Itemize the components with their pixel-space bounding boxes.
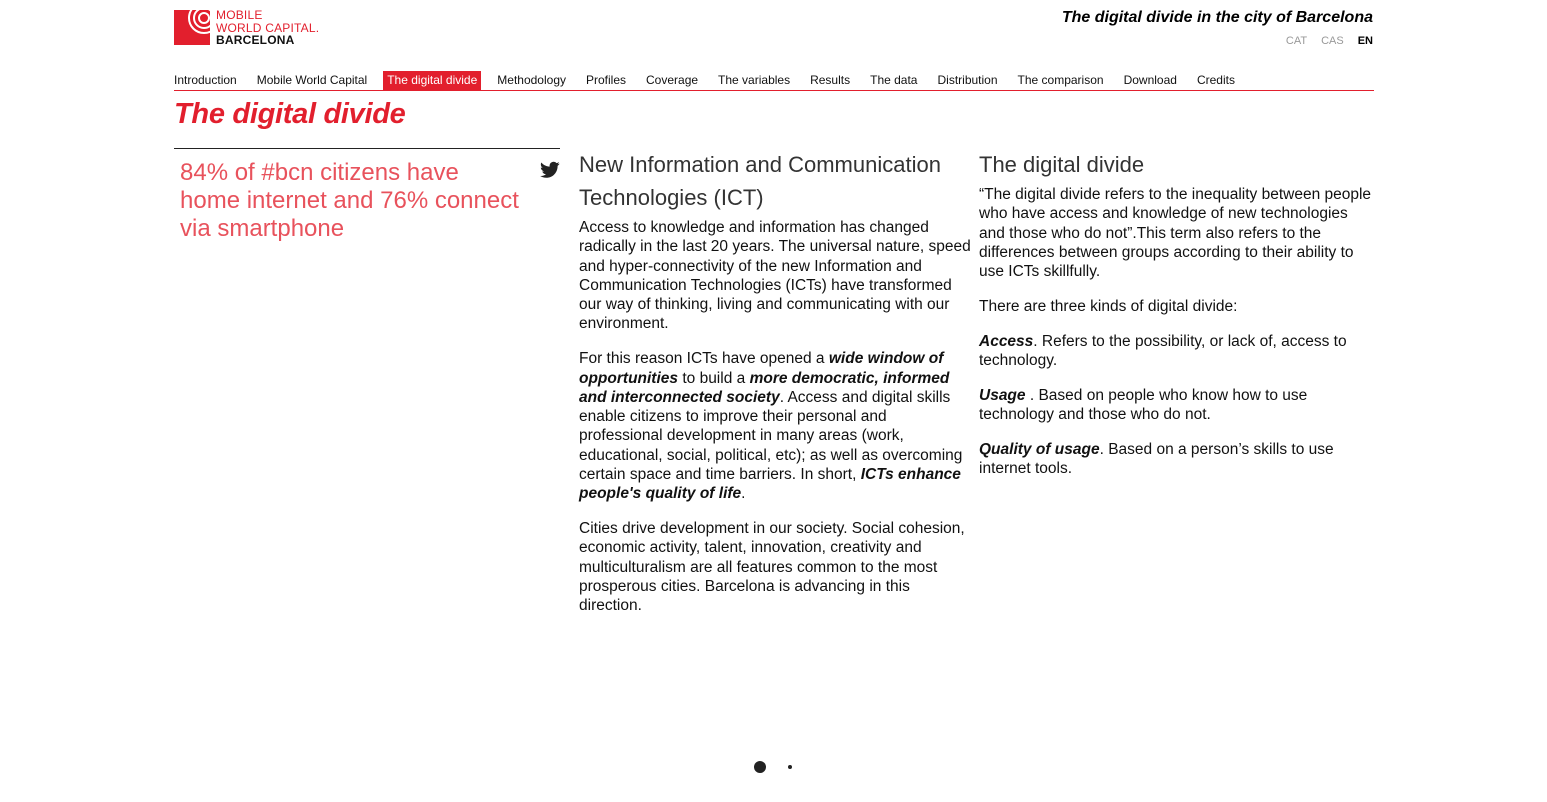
pager-dot-1[interactable]	[754, 761, 766, 773]
logo-mark-icon	[174, 10, 210, 45]
tweet-quote: 84% of #bcn citizens have home internet …	[174, 148, 560, 243]
ict-p2-text-a: For this reason ICTs have opened a	[579, 350, 829, 368]
logo-line-3: BARCELONA	[216, 33, 295, 47]
pager	[754, 761, 792, 773]
ict-section: New Information and Communication Techno…	[579, 148, 971, 631]
logo-line-1: MOBILE	[216, 8, 263, 22]
divide-paragraph-1: “The digital divide refers to the inequa…	[979, 186, 1372, 281]
lang-cat[interactable]: CAT	[1286, 35, 1307, 47]
twitter-icon[interactable]	[540, 161, 560, 179]
ict-paragraph-2: For this reason ICTs have opened a wide …	[579, 349, 971, 503]
nav-profiles[interactable]: Profiles	[582, 71, 630, 90]
quality-term: Quality of usage	[979, 440, 1100, 458]
lang-en[interactable]: EN	[1358, 35, 1373, 47]
divide-heading: The digital divide	[979, 152, 1145, 177]
lang-cas[interactable]: CAS	[1321, 35, 1344, 47]
nav-the-comparison[interactable]: The comparison	[1014, 71, 1108, 90]
nav-distribution[interactable]: Distribution	[933, 71, 1001, 90]
divide-quality: Quality of usage. Based on a person’s sk…	[979, 440, 1374, 479]
usage-text: . Based on people who know how to use te…	[979, 386, 1308, 424]
nav-download[interactable]: Download	[1120, 71, 1181, 90]
nav-coverage[interactable]: Coverage	[642, 71, 702, 90]
divide-access: Access. Refers to the possibility, or la…	[979, 332, 1374, 371]
divide-usage: Usage . Based on people who know how to …	[979, 386, 1374, 425]
access-text: . Refers to the possibility, or lack of,…	[979, 332, 1347, 370]
nav-mobile-world-capital[interactable]: Mobile World Capital	[253, 71, 372, 90]
digital-divide-section: The digital divide “The digital divide r…	[979, 148, 1374, 494]
access-term: Access	[979, 332, 1034, 350]
nav-the-variables[interactable]: The variables	[714, 71, 794, 90]
divide-paragraph-2: There are three kinds of digital divide:	[979, 297, 1238, 315]
ict-p2-text-d: .	[741, 485, 746, 503]
language-switcher: CAT CAS EN	[1286, 35, 1373, 47]
ict-paragraph-1: Access to knowledge and information has …	[579, 219, 971, 333]
logo[interactable]: MOBILE WORLD CAPITAL. BARCELONA	[174, 9, 334, 47]
nav-credits[interactable]: Credits	[1193, 71, 1239, 90]
main-nav: Introduction Mobile World Capital The di…	[174, 71, 1374, 91]
ict-heading: New Information and Communication Techno…	[579, 152, 941, 210]
nav-the-data[interactable]: The data	[866, 71, 921, 90]
site-title: The digital divide in the city of Barcel…	[1061, 9, 1373, 26]
ict-paragraph-3: Cities drive development in our society.…	[579, 520, 965, 615]
quote-text: 84% of #bcn citizens have home internet …	[180, 159, 519, 242]
nav-methodology[interactable]: Methodology	[493, 71, 570, 90]
usage-term: Usage	[979, 386, 1026, 404]
nav-introduction[interactable]: Introduction	[174, 71, 241, 90]
nav-results[interactable]: Results	[806, 71, 854, 90]
nav-the-digital-divide[interactable]: The digital divide	[383, 71, 482, 90]
pager-dot-2[interactable]	[788, 765, 792, 769]
page-title: The digital divide	[174, 98, 406, 130]
logo-text: MOBILE WORLD CAPITAL. BARCELONA	[216, 9, 319, 47]
ict-p2-text-b: to build a	[678, 369, 750, 387]
